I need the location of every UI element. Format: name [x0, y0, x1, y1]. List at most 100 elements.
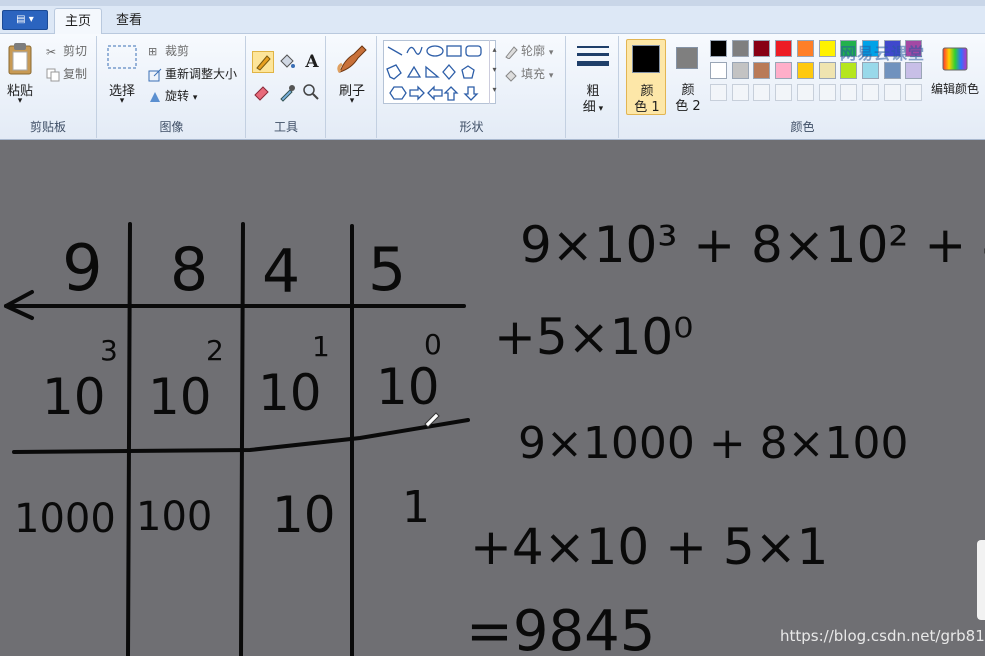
selection-rectangle-icon — [107, 45, 137, 69]
chevron-down-icon: ▾ — [192, 93, 198, 103]
color-swatch[interactable] — [818, 40, 836, 57]
color1-label-2: 色 1 — [634, 100, 660, 115]
brushes-group: 刷子 ▾ — [327, 36, 377, 138]
shapes-gallery[interactable] — [383, 40, 496, 104]
outline-icon — [504, 45, 518, 60]
chevron-down-icon: ▾ — [548, 71, 554, 81]
chevron-down-icon: ▾ — [349, 96, 355, 106]
shapes-gallery-icons — [386, 45, 482, 101]
value-ones: 1 — [402, 482, 430, 533]
line-thin-icon — [577, 46, 609, 48]
colors-group: 颜 色 1 颜 色 2 编辑颜色 网易云课堂 颜色 — [620, 36, 985, 138]
custom-color-slot[interactable] — [840, 84, 858, 101]
custom-color-slot[interactable] — [861, 84, 879, 101]
color-swatch[interactable] — [753, 62, 771, 79]
rotate-label: 旋转 — [165, 89, 190, 103]
custom-color-slot[interactable] — [753, 84, 771, 101]
color-swatch[interactable] — [753, 40, 771, 57]
side-scroll-handle[interactable] — [977, 540, 985, 620]
crop-button[interactable]: ⊞ 裁剪 — [148, 42, 189, 59]
image-group-label: 图像 — [159, 120, 184, 134]
shapes-scroll[interactable]: ▴ ▾ ▾ — [489, 40, 499, 104]
fill-button[interactable]: 填充 ▾ — [504, 65, 553, 82]
resize-icon — [148, 68, 162, 82]
image-group: 选择 ▾ ⊞ 裁剪 重新调整大小 旋转 ▾ 图像 — [98, 36, 246, 138]
magnifier-tool[interactable] — [301, 82, 323, 104]
clipboard-icon — [8, 43, 32, 75]
drawing-canvas[interactable]: 9 8 4 5 10 3 10 2 10 1 10 0 1000 100 10 … — [0, 142, 985, 656]
color-swatch[interactable] — [731, 40, 749, 57]
value-tens: 10 — [272, 486, 336, 544]
equation-line-5: =9845 — [466, 599, 655, 656]
custom-color-slot[interactable] — [710, 84, 727, 101]
color-swatch[interactable] — [861, 62, 879, 79]
custom-color-slot[interactable] — [775, 84, 793, 101]
copy-label: 复制 — [63, 67, 88, 81]
power-base: 10 — [376, 358, 440, 416]
color-swatch[interactable] — [731, 62, 749, 79]
pencil-tool[interactable] — [252, 51, 274, 73]
text-tool-icon[interactable]: A — [301, 51, 323, 73]
custom-color-slot[interactable] — [818, 84, 836, 101]
cut-button[interactable]: ✂ 剪切 — [46, 42, 87, 59]
eraser-tool[interactable] — [252, 82, 274, 104]
power-exponent: 0 — [424, 328, 442, 361]
cut-label: 剪切 — [63, 44, 88, 58]
color2-button[interactable]: 颜 色 2 — [670, 39, 706, 115]
color-swatch[interactable] — [796, 40, 814, 57]
brushes-button[interactable]: 刷子 ▾ — [331, 40, 373, 110]
color-swatch[interactable] — [840, 62, 858, 79]
power-exponent: 2 — [206, 334, 224, 367]
custom-color-slot[interactable] — [731, 84, 749, 101]
color-swatch[interactable] — [796, 62, 814, 79]
color-swatch[interactable] — [883, 62, 901, 79]
chevron-down-icon: ▾ — [548, 48, 554, 58]
digit-hundreds: 8 — [170, 235, 208, 305]
copy-icon — [46, 68, 60, 82]
chevron-down-icon: ▾ — [17, 96, 23, 106]
fill-tool[interactable] — [277, 51, 299, 73]
paste-button[interactable]: 粘贴 ▾ — [4, 40, 36, 110]
file-menu-button[interactable]: ▤ ▾ — [2, 10, 48, 30]
tools-group-label: 工具 — [273, 120, 298, 134]
watermark-url: https://blog.csdn.net/grb819 — [780, 627, 985, 645]
color-swatch[interactable] — [905, 62, 923, 79]
color-swatch[interactable] — [818, 62, 836, 79]
custom-color-slot[interactable] — [883, 84, 901, 101]
rotate-icon — [148, 90, 162, 104]
color-swatch[interactable] — [775, 62, 793, 79]
copy-button[interactable]: 复制 — [46, 65, 87, 82]
outline-button[interactable]: 轮廓 ▾ — [504, 42, 554, 60]
course-logo-overlay: 网易云课堂 — [840, 44, 926, 63]
color-swatch[interactable] — [775, 40, 793, 57]
colors-group-label: 颜色 — [790, 120, 815, 134]
select-button[interactable]: 选择 ▾ — [104, 40, 140, 110]
ribbon-tab-bar: ▤ ▾ 主页 查看 — [0, 6, 985, 35]
power-tens: 10 1 — [258, 330, 330, 422]
tab-view[interactable]: 查看 — [106, 8, 152, 35]
handwriting-layer: 9 8 4 5 10 3 10 2 10 1 10 0 1000 100 10 … — [4, 216, 985, 656]
eraser-icon — [254, 86, 269, 101]
resize-button[interactable]: 重新调整大小 — [148, 65, 237, 82]
ribbon: 粘贴 ▾ ✂ 剪切 复制 剪贴板 选择 ▾ ⊞ 裁剪 重新调整大小 旋转 ▾ 图像 — [0, 34, 985, 140]
chevron-down-icon: ▾ — [595, 104, 604, 114]
color-swatch[interactable] — [710, 62, 727, 79]
rotate-button[interactable]: 旋转 ▾ — [148, 87, 197, 104]
table-column-line — [239, 222, 245, 656]
color2-swatch — [676, 47, 698, 69]
equation-line-4: +4×10 + 5×1 — [470, 518, 828, 576]
custom-color-slot[interactable] — [905, 84, 923, 101]
scissors-icon: ✂ — [46, 44, 57, 59]
edit-colors-button[interactable]: 编辑颜色 — [926, 40, 984, 110]
power-base: 10 — [42, 368, 106, 426]
tab-home[interactable]: 主页 — [54, 8, 103, 35]
size-button[interactable]: 粗 细 ▾ — [573, 40, 613, 115]
color-swatch[interactable] — [710, 40, 727, 57]
color1-button[interactable]: 颜 色 1 — [626, 39, 666, 115]
table-column-line — [126, 222, 132, 656]
color-picker-tool[interactable] — [277, 82, 299, 104]
custom-color-slot[interactable] — [796, 84, 814, 101]
color1-swatch — [632, 45, 660, 73]
power-thousands: 10 3 — [42, 334, 118, 426]
line-thick-icon — [577, 61, 609, 66]
